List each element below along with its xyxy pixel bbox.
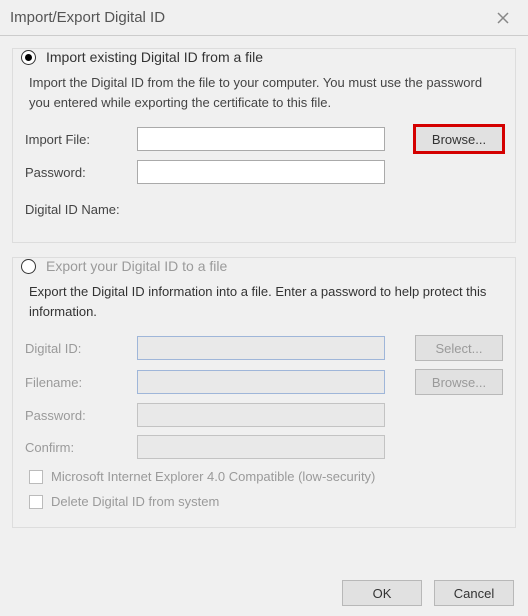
export-confirm-input [137, 435, 385, 459]
ie4-compat-checkbox [29, 470, 43, 484]
close-button[interactable] [488, 3, 518, 33]
export-filename-input [137, 370, 385, 394]
export-browse-button: Browse... [415, 369, 503, 395]
import-password-row: Password: [25, 160, 503, 184]
dialog-content: Import existing Digital ID from a file I… [0, 36, 528, 548]
export-digital-id-label: Digital ID: [25, 341, 137, 356]
select-button: Select... [415, 335, 503, 361]
import-file-input[interactable] [137, 127, 385, 151]
import-file-label: Import File: [25, 132, 137, 147]
window-title: Import/Export Digital ID [10, 9, 488, 26]
export-filename-row: Filename: Browse... [25, 369, 503, 395]
import-file-row: Import File: Browse... [25, 126, 503, 152]
import-section: Import existing Digital ID from a file I… [12, 48, 516, 243]
export-radio[interactable] [21, 259, 36, 274]
export-section: Export your Digital ID to a file Export … [12, 257, 516, 528]
close-icon [497, 12, 509, 24]
export-confirm-label: Confirm: [25, 440, 137, 455]
ie4-compat-label: Microsoft Internet Explorer 4.0 Compatib… [51, 469, 375, 484]
titlebar: Import/Export Digital ID [0, 0, 528, 36]
export-confirm-row: Confirm: [25, 435, 503, 459]
delete-id-checkbox [29, 495, 43, 509]
export-digital-id-input [137, 336, 385, 360]
import-password-label: Password: [25, 165, 137, 180]
import-description: Import the Digital ID from the file to y… [29, 73, 503, 112]
export-filename-label: Filename: [25, 375, 137, 390]
import-heading: Import existing Digital ID from a file [46, 49, 263, 65]
import-radio[interactable] [21, 50, 36, 65]
dialog-footer: OK Cancel [0, 580, 528, 606]
export-digital-id-row: Digital ID: Select... [25, 335, 503, 361]
ok-button[interactable]: OK [342, 580, 422, 606]
import-radio-row[interactable]: Import existing Digital ID from a file [21, 49, 503, 65]
browse-button[interactable]: Browse... [415, 126, 503, 152]
digital-id-name-value [120, 198, 368, 220]
export-heading: Export your Digital ID to a file [46, 258, 227, 274]
digital-id-name-label: Digital ID Name: [25, 202, 120, 217]
ie4-compat-row: Microsoft Internet Explorer 4.0 Compatib… [29, 469, 503, 484]
cancel-button[interactable]: Cancel [434, 580, 514, 606]
export-password-input [137, 403, 385, 427]
delete-id-row: Delete Digital ID from system [29, 494, 503, 509]
delete-id-label: Delete Digital ID from system [51, 494, 219, 509]
import-password-input[interactable] [137, 160, 385, 184]
export-password-label: Password: [25, 408, 137, 423]
export-description: Export the Digital ID information into a… [29, 282, 503, 321]
digital-id-name-row: Digital ID Name: [25, 198, 503, 220]
export-password-row: Password: [25, 403, 503, 427]
export-radio-row[interactable]: Export your Digital ID to a file [21, 258, 503, 274]
